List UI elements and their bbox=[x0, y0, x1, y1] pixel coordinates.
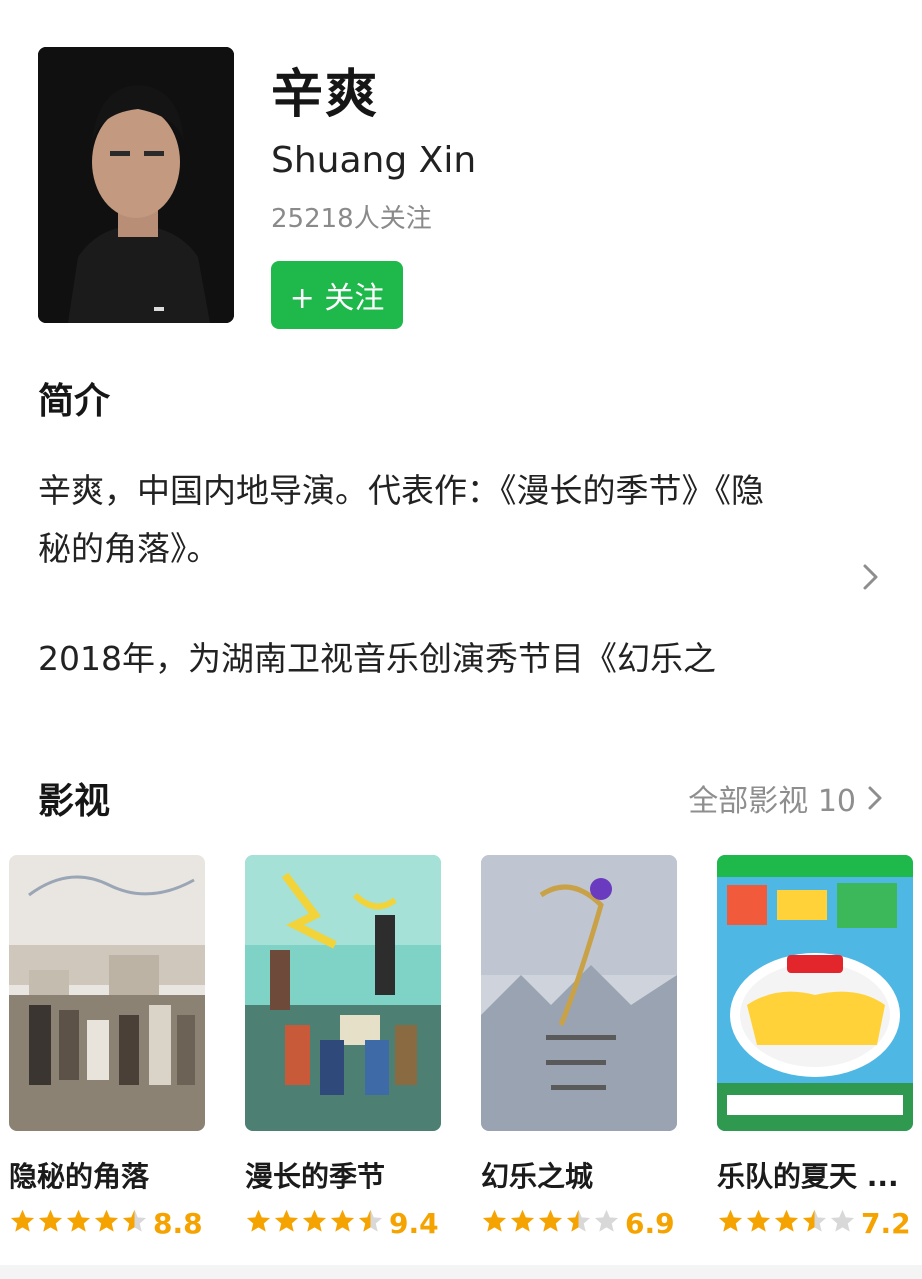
poster-image bbox=[717, 855, 913, 1131]
star-icon bbox=[66, 1209, 91, 1232]
rating-score: 6.9 bbox=[625, 1207, 675, 1240]
rating-row: 8.8 bbox=[9, 1207, 207, 1240]
work-title: 幻乐之城 bbox=[481, 1160, 594, 1193]
star-icon bbox=[274, 1209, 299, 1232]
star-icon bbox=[482, 1209, 507, 1232]
follow-label: + 关注 bbox=[289, 281, 385, 316]
rating-row: 7.2 bbox=[717, 1207, 915, 1240]
star-rating bbox=[9, 1208, 149, 1239]
star-icon bbox=[510, 1209, 535, 1232]
star-icon bbox=[302, 1209, 327, 1232]
star-icon bbox=[802, 1209, 827, 1232]
work-card-2[interactable]: 漫长的季节 9.4 bbox=[245, 855, 443, 1240]
star-icon bbox=[358, 1209, 383, 1232]
rating-score: 7.2 bbox=[861, 1207, 911, 1240]
star-icon bbox=[746, 1209, 771, 1232]
intro-section-title: 简介 bbox=[38, 381, 111, 422]
english-name: Shuang Xin bbox=[271, 140, 477, 181]
star-icon bbox=[330, 1209, 355, 1232]
rating-row: 9.4 bbox=[245, 1207, 443, 1240]
rating-score: 9.4 bbox=[389, 1207, 439, 1240]
chevron-right-icon bbox=[868, 786, 882, 810]
see-all-works-link[interactable]: 全部影视 10 bbox=[688, 776, 884, 820]
star-icon bbox=[830, 1209, 855, 1232]
star-icon bbox=[94, 1209, 119, 1232]
work-card-3[interactable]: 幻乐之城 6.9 bbox=[481, 855, 679, 1240]
intro-paragraph-2: 2018年，为湖南卫视音乐创演秀节目《幻乐之 bbox=[38, 639, 716, 678]
work-card-1[interactable]: 隐秘的角落 8.8 bbox=[9, 855, 207, 1240]
works-section-title: 影视 bbox=[38, 781, 111, 822]
follow-button[interactable]: + 关注 bbox=[271, 261, 403, 329]
star-icon bbox=[38, 1209, 63, 1232]
rating-score: 8.8 bbox=[153, 1207, 203, 1240]
intro-paragraph-1: 辛爽，中国内地导演。代表作：《漫长的季节》《隐秘的角落》。 bbox=[38, 471, 764, 568]
poster-image bbox=[481, 855, 677, 1131]
star-icon bbox=[246, 1209, 271, 1232]
star-rating bbox=[481, 1208, 621, 1239]
chevron-right-icon[interactable] bbox=[860, 562, 882, 596]
director-photo bbox=[38, 47, 234, 323]
star-icon bbox=[594, 1209, 619, 1232]
director-name: 辛爽 bbox=[271, 65, 380, 125]
star-icon bbox=[566, 1209, 591, 1232]
follower-count: 25218人关注 bbox=[271, 204, 432, 234]
star-icon bbox=[718, 1209, 743, 1232]
work-title: 乐队的夏天 ... bbox=[717, 1160, 899, 1193]
rating-row: 6.9 bbox=[481, 1207, 679, 1240]
poster-image bbox=[9, 855, 205, 1131]
work-card-4[interactable]: 乐队的夏天 ... 7.2 bbox=[717, 855, 915, 1240]
star-icon bbox=[538, 1209, 563, 1232]
bottom-edge bbox=[0, 1265, 922, 1279]
star-icon bbox=[10, 1209, 35, 1232]
star-icon bbox=[122, 1209, 147, 1232]
poster-image bbox=[245, 855, 441, 1131]
work-title: 漫长的季节 bbox=[245, 1160, 386, 1193]
see-all-label: 全部影视 10 bbox=[688, 784, 856, 819]
work-title: 隐秘的角落 bbox=[9, 1160, 150, 1193]
star-rating bbox=[717, 1208, 857, 1239]
star-icon bbox=[774, 1209, 799, 1232]
star-rating bbox=[245, 1208, 385, 1239]
